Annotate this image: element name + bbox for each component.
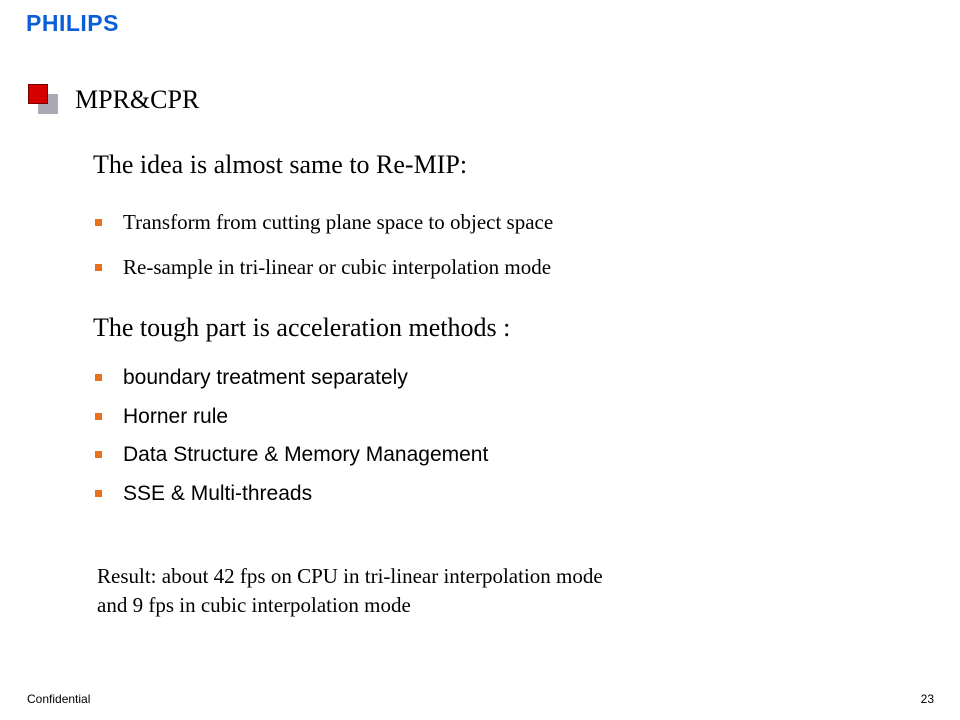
- square-bullet-icon: [95, 219, 102, 226]
- slide-title-row: MPR&CPR: [28, 84, 428, 120]
- slide-title: MPR&CPR: [75, 85, 200, 114]
- list-item: boundary treatment separately: [93, 366, 488, 405]
- square-bullet-icon: [95, 374, 102, 381]
- result-text: Result: about 42 fps on CPU in tri-linea…: [97, 562, 797, 620]
- list-item: SSE & Multi-threads: [93, 482, 488, 521]
- list-item-text: Re-sample in tri-linear or cubic interpo…: [123, 255, 552, 279]
- page-number: 23: [920, 692, 934, 706]
- list-item: Re-sample in tri-linear or cubic interpo…: [93, 255, 553, 300]
- section-heading-idea: The idea is almost same to Re-MIP:: [93, 150, 468, 179]
- idea-bullet-list: Transform from cutting plane space to ob…: [93, 210, 553, 300]
- title-square-red-shape: [28, 84, 48, 104]
- list-item-text: SSE & Multi-threads: [123, 481, 313, 505]
- square-bullet-icon: [95, 489, 102, 497]
- list-item: Transform from cutting plane space to ob…: [93, 210, 553, 255]
- list-item: Horner rule: [93, 405, 488, 444]
- philips-logo: PHILIPS: [26, 10, 119, 36]
- result-line-2: and 9 fps in cubic interpolation mode: [97, 593, 411, 617]
- footer-confidential: Confidential: [27, 692, 91, 706]
- list-item-text: Data Structure & Memory Management: [123, 443, 489, 466]
- list-item-text: boundary treatment separately: [123, 366, 408, 389]
- square-bullet-icon: [95, 264, 102, 271]
- list-item-text: Horner rule: [123, 404, 229, 428]
- list-item-text: Transform from cutting plane space to ob…: [123, 210, 554, 234]
- square-bullet-icon: [95, 451, 102, 458]
- acceleration-bullet-list: boundary treatment separately Horner rul…: [93, 366, 488, 520]
- title-square-icon: [28, 84, 60, 116]
- section-heading-acceleration: The tough part is acceleration methods :: [93, 313, 511, 342]
- square-bullet-icon: [95, 412, 102, 420]
- list-item: Data Structure & Memory Management: [93, 443, 488, 482]
- result-line-1: Result: about 42 fps on CPU in tri-linea…: [97, 564, 603, 588]
